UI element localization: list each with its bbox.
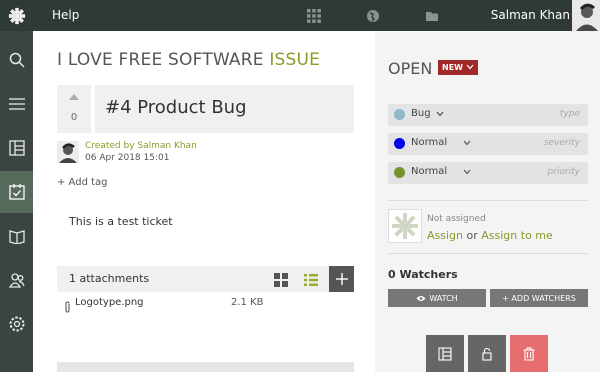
severity-value: Normal	[411, 137, 448, 148]
watch-button-label: WATCH	[429, 293, 458, 303]
type-value: Bug	[411, 108, 431, 119]
settings-icon[interactable]	[0, 303, 33, 345]
priority-color-dot	[394, 167, 405, 178]
trash-icon	[523, 346, 535, 361]
priority-select[interactable]: Normal priority	[388, 162, 588, 184]
issue-detail: I LOVE FREE SOFTWARE ISSUE 0 #4 Product …	[33, 31, 375, 372]
paperclip-icon	[63, 298, 72, 317]
created-by[interactable]: Created by Salman Khan	[85, 141, 197, 151]
chevron-down-icon	[463, 169, 471, 175]
list-view-icon[interactable]	[304, 272, 318, 291]
folder-icon[interactable]	[425, 8, 439, 22]
attachment-name[interactable]: Logotype.png	[75, 297, 144, 308]
type-select[interactable]: Bug type	[388, 104, 588, 126]
activity-tabs-bar	[57, 362, 354, 372]
type-color-dot	[394, 109, 405, 120]
chevron-down-icon	[466, 64, 474, 70]
assign-to-me-link[interactable]: Assign to me	[481, 229, 553, 242]
issues-icon[interactable]	[0, 171, 33, 213]
issue-subject-text: #4 Product Bug	[105, 97, 247, 118]
creator-avatar[interactable]	[57, 141, 79, 163]
divider	[388, 253, 588, 254]
page-title: I LOVE FREE SOFTWARE ISSUE	[57, 50, 320, 70]
backlog-menu-icon[interactable]	[0, 83, 33, 125]
wiki-icon[interactable]	[0, 215, 33, 257]
projects-grid-icon[interactable]	[307, 8, 321, 23]
priority-label: priority	[547, 167, 580, 177]
delete-button[interactable]	[510, 335, 548, 372]
divider	[388, 200, 588, 201]
project-name[interactable]: I LOVE FREE SOFTWARE	[57, 50, 264, 70]
issue-subject[interactable]: #4 Product Bug	[95, 85, 354, 133]
status-badge[interactable]: NEW	[438, 60, 478, 75]
type-label: type	[559, 109, 580, 119]
kanban-icon[interactable]	[0, 127, 33, 169]
priority-value: Normal	[411, 166, 448, 177]
attachment-row: Logotype.png 2.1 KB	[57, 297, 354, 313]
block-button[interactable]	[468, 335, 506, 372]
section-name: ISSUE	[269, 50, 321, 70]
attachment-size: 2.1 KB	[231, 297, 264, 308]
vote-count: 0	[70, 112, 78, 123]
team-icon[interactable]	[0, 259, 33, 301]
top-bar: Help Salman Khan	[0, 0, 600, 31]
gallery-view-icon[interactable]	[274, 272, 288, 291]
taiga-logo-icon[interactable]	[0, 0, 33, 31]
add-watchers-label: + ADD WATCHERS	[502, 293, 576, 303]
chevron-down-icon	[436, 111, 444, 117]
globe-icon[interactable]	[366, 8, 380, 22]
upvote-arrow-icon	[69, 94, 79, 100]
severity-select[interactable]: Normal severity	[388, 133, 588, 155]
upvote-button[interactable]: 0	[57, 85, 91, 133]
severity-color-dot	[394, 138, 405, 149]
unassigned-avatar	[388, 209, 422, 243]
search-icon[interactable]	[0, 39, 33, 81]
user-avatar[interactable]	[572, 0, 600, 31]
status-badge-text: NEW	[442, 63, 463, 72]
user-name[interactable]: Salman Khan	[491, 0, 570, 31]
issue-description[interactable]: This is a test ticket	[69, 215, 173, 228]
eye-icon	[416, 295, 426, 301]
attachments-header: 1 attachments	[57, 266, 354, 292]
watchers-title: 0 Watchers	[388, 268, 458, 281]
assign-links: Assign or Assign to me	[427, 229, 553, 242]
watch-button[interactable]: WATCH	[388, 289, 486, 307]
assign-link[interactable]: Assign	[427, 229, 463, 242]
add-attachment-button[interactable]	[329, 266, 354, 292]
add-watchers-button[interactable]: + ADD WATCHERS	[490, 289, 588, 307]
chevron-down-icon	[463, 140, 471, 146]
status-label: OPEN	[388, 59, 433, 78]
or-text: or	[466, 229, 478, 242]
promote-icon	[438, 346, 452, 361]
severity-label: severity	[543, 138, 580, 148]
help-link[interactable]: Help	[52, 0, 79, 31]
created-date: 06 Apr 2018 15:01	[85, 153, 170, 163]
promote-to-us-button[interactable]	[426, 335, 464, 372]
add-tag-button[interactable]: + Add tag	[57, 177, 108, 188]
sidebar	[0, 31, 33, 372]
lock-icon	[482, 347, 492, 361]
attachments-count: 1 attachments	[69, 272, 150, 285]
issue-sidebar: OPEN NEW Bug type Normal severity Normal…	[375, 31, 600, 372]
not-assigned-text: Not assigned	[427, 214, 486, 224]
